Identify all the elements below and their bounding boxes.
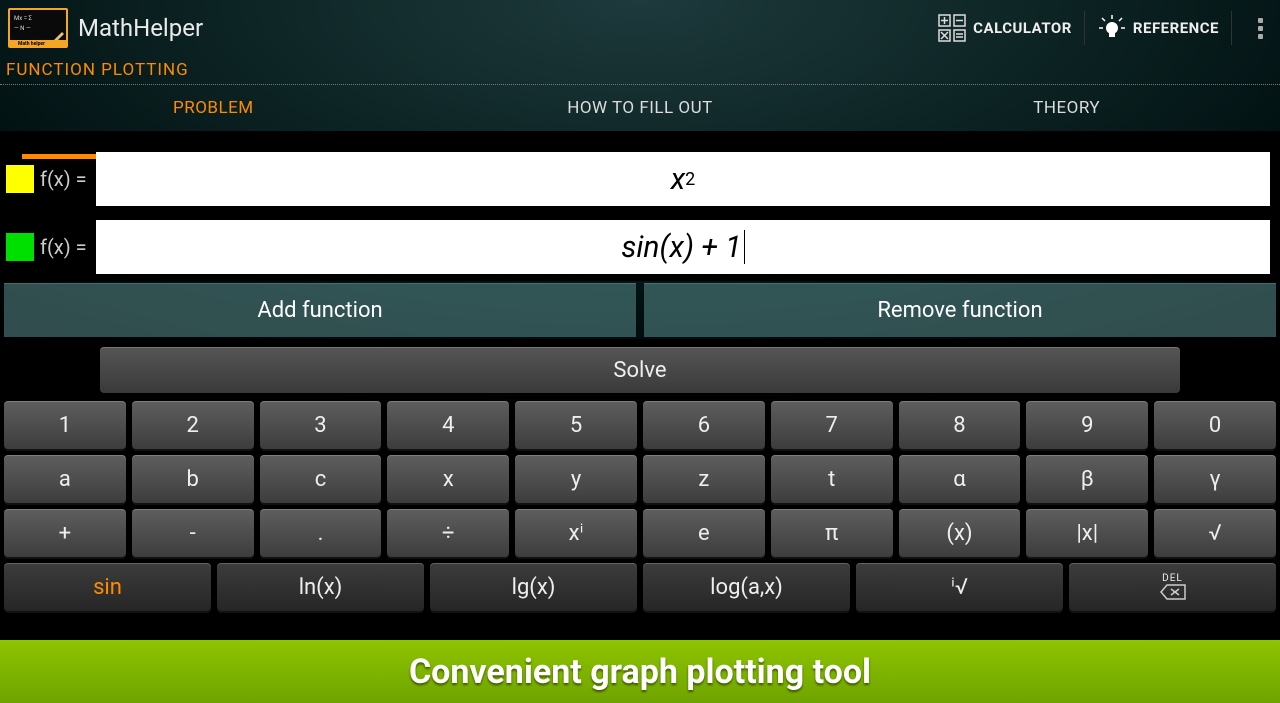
key-y[interactable]: y [515, 455, 637, 503]
function-value-1-base: x [671, 162, 685, 197]
function-value-1-exp: 2 [685, 169, 695, 190]
text-caret [744, 230, 745, 264]
backspace-icon [1160, 584, 1186, 600]
tab-theory[interactable]: THEORY [853, 85, 1280, 131]
function-row-2: f(x) = sin(x) + 1 [0, 213, 1280, 281]
key-sin[interactable]: sin [4, 563, 211, 611]
key-nthroot[interactable]: ⁱ√ [856, 563, 1063, 611]
reference-button[interactable]: REFERENCE [1097, 13, 1219, 43]
svg-text:Mx = Σ: Mx = Σ [14, 15, 32, 22]
key-z[interactable]: z [643, 455, 765, 503]
color-swatch-2[interactable] [6, 233, 34, 261]
promo-banner: Convenient graph plotting tool [0, 640, 1280, 703]
key-minus[interactable]: - [132, 509, 254, 557]
function-row-1: f(x) = x2 [0, 145, 1280, 213]
reference-label: REFERENCE [1133, 19, 1219, 37]
lightbulb-icon [1097, 13, 1127, 43]
tab-problem[interactable]: PROBLEM [0, 85, 427, 131]
key-x[interactable]: x [387, 455, 509, 503]
function-label-2: f(x) = [40, 235, 96, 259]
key-b[interactable]: b [132, 455, 254, 503]
app-title: MathHelper [78, 14, 203, 42]
calculator-icon [937, 13, 967, 43]
app-icon: Mx = Σ — N — Math helper [8, 8, 68, 48]
overflow-menu-button[interactable] [1248, 18, 1272, 39]
separator [1084, 11, 1085, 45]
calculator-button[interactable]: CALCULATOR [937, 13, 1072, 43]
key-beta[interactable]: β [1026, 455, 1148, 503]
function-label-1: f(x) = [40, 167, 96, 191]
keypad: 1 2 3 4 5 6 7 8 9 0 a b c x y z t α β γ … [0, 399, 1280, 619]
key-pi[interactable]: π [771, 509, 893, 557]
svg-text:Math helper: Math helper [18, 41, 45, 46]
function-input-2[interactable]: sin(x) + 1 [96, 220, 1270, 274]
key-power[interactable]: xⁱ [515, 509, 637, 557]
color-swatch-1[interactable] [6, 165, 34, 193]
key-2[interactable]: 2 [132, 401, 254, 449]
key-t[interactable]: t [771, 455, 893, 503]
key-divide[interactable]: ÷ [387, 509, 509, 557]
key-abs[interactable]: |x| [1026, 509, 1148, 557]
key-3[interactable]: 3 [260, 401, 382, 449]
solve-button[interactable]: Solve [100, 347, 1180, 393]
calculator-label: CALCULATOR [973, 19, 1072, 37]
key-c[interactable]: c [260, 455, 382, 503]
key-6[interactable]: 6 [643, 401, 765, 449]
key-0[interactable]: 0 [1154, 401, 1276, 449]
svg-text:— N —: — N — [14, 25, 31, 32]
key-a[interactable]: a [4, 455, 126, 503]
key-log[interactable]: log(a,x) [643, 563, 850, 611]
section-title: FUNCTION PLOTTING [0, 56, 1280, 82]
key-delete[interactable]: DEL [1069, 563, 1276, 611]
remove-function-button[interactable]: Remove function [644, 283, 1276, 337]
key-e[interactable]: e [643, 509, 765, 557]
function-input-1[interactable]: x2 [96, 152, 1270, 206]
key-9[interactable]: 9 [1026, 401, 1148, 449]
key-plus[interactable]: + [4, 509, 126, 557]
key-alpha[interactable]: α [899, 455, 1021, 503]
separator [1231, 11, 1232, 45]
key-5[interactable]: 5 [515, 401, 637, 449]
key-ln[interactable]: ln(x) [217, 563, 424, 611]
key-4[interactable]: 4 [387, 401, 509, 449]
add-function-button[interactable]: Add function [4, 283, 636, 337]
function-value-2: sin(x) + 1 [621, 230, 741, 265]
key-8[interactable]: 8 [899, 401, 1021, 449]
key-7[interactable]: 7 [771, 401, 893, 449]
tab-how-to-fill-out[interactable]: HOW TO FILL OUT [427, 85, 854, 131]
key-delete-label: DEL [1162, 574, 1183, 584]
key-lg[interactable]: lg(x) [430, 563, 637, 611]
key-parens[interactable]: (x) [899, 509, 1021, 557]
key-gamma[interactable]: γ [1154, 455, 1276, 503]
key-sqrt[interactable]: √ [1154, 509, 1276, 557]
key-1[interactable]: 1 [4, 401, 126, 449]
key-dot[interactable]: . [260, 509, 382, 557]
